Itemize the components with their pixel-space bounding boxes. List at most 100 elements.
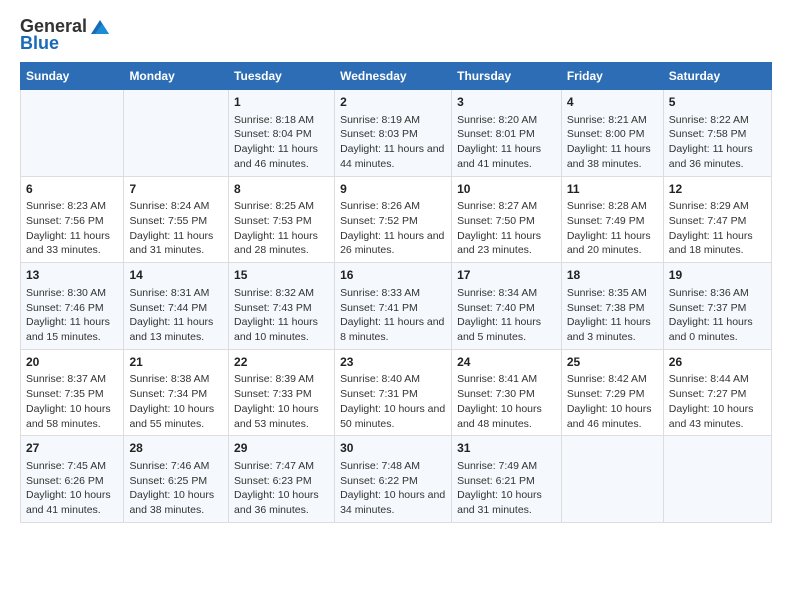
week-row-1: 1Sunrise: 8:18 AMSunset: 8:04 PMDaylight… (21, 90, 772, 177)
weekday-header-tuesday: Tuesday (229, 63, 335, 90)
day-content: Sunrise: 8:30 AMSunset: 7:46 PMDaylight:… (26, 286, 118, 345)
day-content: Sunrise: 8:26 AMSunset: 7:52 PMDaylight:… (340, 199, 446, 258)
weekday-header-saturday: Saturday (663, 63, 771, 90)
day-number: 28 (129, 440, 223, 457)
calendar-cell: 28 Sunrise: 7:46 AMSunset: 6:25 PMDayligh… (124, 436, 229, 523)
calendar-cell: 9Sunrise: 8:26 AMSunset: 7:52 PMDaylight… (335, 176, 452, 263)
day-content: Sunrise: 8:19 AMSunset: 8:03 PMDaylight:… (340, 113, 446, 172)
logo-blue-text: Blue (20, 33, 59, 54)
day-number: 26 (669, 354, 766, 371)
calendar-cell: 14 Sunrise: 8:31 AMSunset: 7:44 PMDayligh… (124, 263, 229, 350)
calendar-cell: 3Sunrise: 8:20 AMSunset: 8:01 PMDaylight… (452, 90, 562, 177)
day-number: 21 (129, 354, 223, 371)
day-number: 29 (234, 440, 329, 457)
day-content: Sunrise: 8:40 AMSunset: 7:31 PMDaylight:… (340, 372, 446, 431)
day-content: Sunrise: 7:48 AMSunset: 6:22 PMDaylight:… (340, 459, 446, 518)
day-content: Sunrise: 8:42 AMSunset: 7:29 PMDaylight:… (567, 372, 658, 431)
calendar-cell: 24Sunrise: 8:41 AMSunset: 7:30 PMDayligh… (452, 349, 562, 436)
header: General Blue (20, 16, 772, 54)
calendar-table: SundayMondayTuesdayWednesdayThursdayFrid… (20, 62, 772, 523)
calendar-cell: 4Sunrise: 8:21 AMSunset: 8:00 PMDaylight… (561, 90, 663, 177)
calendar-cell: 5Sunrise: 8:22 AMSunset: 7:58 PMDaylight… (663, 90, 771, 177)
day-content: Sunrise: 8:33 AMSunset: 7:41 PMDaylight:… (340, 286, 446, 345)
week-row-4: 20Sunrise: 8:37 AMSunset: 7:35 PMDayligh… (21, 349, 772, 436)
calendar-cell: 16 Sunrise: 8:33 AMSunset: 7:41 PMDayligh… (335, 263, 452, 350)
day-content: Sunrise: 7:45 AMSunset: 6:26 PMDaylight:… (26, 459, 118, 518)
week-row-3: 13Sunrise: 8:30 AMSunset: 7:46 PMDayligh… (21, 263, 772, 350)
day-number: 9 (340, 181, 446, 198)
day-content: Sunrise: 8:34 AMSunset: 7:40 PMDaylight:… (457, 286, 556, 345)
day-content: Sunrise: 7:47 AMSunset: 6:23 PMDaylight:… (234, 459, 329, 518)
calendar-cell: 10Sunrise: 8:27 AMSunset: 7:50 PMDayligh… (452, 176, 562, 263)
day-number: 25 (567, 354, 658, 371)
weekday-header-monday: Monday (124, 63, 229, 90)
day-number: 23 (340, 354, 446, 371)
day-content: Sunrise: 8:24 AMSunset: 7:55 PMDaylight:… (129, 199, 223, 258)
weekday-header-thursday: Thursday (452, 63, 562, 90)
weekday-header-friday: Friday (561, 63, 663, 90)
weekday-header-sunday: Sunday (21, 63, 124, 90)
calendar-cell: 21Sunrise: 8:38 AMSunset: 7:34 PMDayligh… (124, 349, 229, 436)
day-number: 18 (567, 267, 658, 284)
day-number: 20 (26, 354, 118, 371)
calendar-cell: 12Sunrise: 8:29 AMSunset: 7:47 PMDayligh… (663, 176, 771, 263)
day-content: Sunrise: 8:29 AMSunset: 7:47 PMDaylight:… (669, 199, 766, 258)
day-content: Sunrise: 8:39 AMSunset: 7:33 PMDaylight:… (234, 372, 329, 431)
day-number: 24 (457, 354, 556, 371)
weekday-header-wednesday: Wednesday (335, 63, 452, 90)
day-number: 22 (234, 354, 329, 371)
day-content: Sunrise: 8:23 AMSunset: 7:56 PMDaylight:… (26, 199, 118, 258)
day-content: Sunrise: 7:49 AMSunset: 6:21 PMDaylight:… (457, 459, 556, 518)
logo: General Blue (20, 16, 111, 54)
calendar-cell: 29 Sunrise: 7:47 AMSunset: 6:23 PMDayligh… (229, 436, 335, 523)
week-row-5: 27 Sunrise: 7:45 AMSunset: 6:26 PMDayligh… (21, 436, 772, 523)
day-number: 3 (457, 94, 556, 111)
calendar-cell: 2Sunrise: 8:19 AMSunset: 8:03 PMDaylight… (335, 90, 452, 177)
calendar-cell: 23Sunrise: 8:40 AMSunset: 7:31 PMDayligh… (335, 349, 452, 436)
day-number: 30 (340, 440, 446, 457)
calendar-cell: 25Sunrise: 8:42 AMSunset: 7:29 PMDayligh… (561, 349, 663, 436)
day-content: Sunrise: 8:28 AMSunset: 7:49 PMDaylight:… (567, 199, 658, 258)
day-content: Sunrise: 8:38 AMSunset: 7:34 PMDaylight:… (129, 372, 223, 431)
calendar-cell: 18 Sunrise: 8:35 AMSunset: 7:38 PMDayligh… (561, 263, 663, 350)
day-number: 5 (669, 94, 766, 111)
day-content: Sunrise: 7:46 AMSunset: 6:25 PMDaylight:… (129, 459, 223, 518)
day-number: 27 (26, 440, 118, 457)
calendar-cell: 6Sunrise: 8:23 AMSunset: 7:56 PMDaylight… (21, 176, 124, 263)
calendar-cell: 17 Sunrise: 8:34 AMSunset: 7:40 PMDayligh… (452, 263, 562, 350)
calendar-cell: 20Sunrise: 8:37 AMSunset: 7:35 PMDayligh… (21, 349, 124, 436)
calendar-cell (124, 90, 229, 177)
calendar-cell (663, 436, 771, 523)
day-number: 11 (567, 181, 658, 198)
day-content: Sunrise: 8:25 AMSunset: 7:53 PMDaylight:… (234, 199, 329, 258)
day-content: Sunrise: 8:31 AMSunset: 7:44 PMDaylight:… (129, 286, 223, 345)
day-content: Sunrise: 8:44 AMSunset: 7:27 PMDaylight:… (669, 372, 766, 431)
day-number: 7 (129, 181, 223, 198)
day-content: Sunrise: 8:41 AMSunset: 7:30 PMDaylight:… (457, 372, 556, 431)
day-number: 10 (457, 181, 556, 198)
calendar-cell: 13Sunrise: 8:30 AMSunset: 7:46 PMDayligh… (21, 263, 124, 350)
day-content: Sunrise: 8:32 AMSunset: 7:43 PMDaylight:… (234, 286, 329, 345)
calendar-cell: 19Sunrise: 8:36 AMSunset: 7:37 PMDayligh… (663, 263, 771, 350)
day-number: 14 (129, 267, 223, 284)
calendar-cell: 11Sunrise: 8:28 AMSunset: 7:49 PMDayligh… (561, 176, 663, 263)
calendar-cell: 31Sunrise: 7:49 AMSunset: 6:21 PMDayligh… (452, 436, 562, 523)
day-number: 16 (340, 267, 446, 284)
calendar-cell: 26Sunrise: 8:44 AMSunset: 7:27 PMDayligh… (663, 349, 771, 436)
logo-icon (89, 18, 111, 36)
calendar-cell: 15Sunrise: 8:32 AMSunset: 7:43 PMDayligh… (229, 263, 335, 350)
header-row: SundayMondayTuesdayWednesdayThursdayFrid… (21, 63, 772, 90)
day-number: 17 (457, 267, 556, 284)
day-content: Sunrise: 8:18 AMSunset: 8:04 PMDaylight:… (234, 113, 329, 172)
calendar-cell: 27 Sunrise: 7:45 AMSunset: 6:26 PMDayligh… (21, 436, 124, 523)
calendar-cell: 8Sunrise: 8:25 AMSunset: 7:53 PMDaylight… (229, 176, 335, 263)
day-content: Sunrise: 8:37 AMSunset: 7:35 PMDaylight:… (26, 372, 118, 431)
calendar-cell (21, 90, 124, 177)
week-row-2: 6Sunrise: 8:23 AMSunset: 7:56 PMDaylight… (21, 176, 772, 263)
calendar-cell: 30 Sunrise: 7:48 AMSunset: 6:22 PMDayligh… (335, 436, 452, 523)
day-number: 12 (669, 181, 766, 198)
day-content: Sunrise: 8:35 AMSunset: 7:38 PMDaylight:… (567, 286, 658, 345)
calendar-cell (561, 436, 663, 523)
day-number: 19 (669, 267, 766, 284)
day-number: 6 (26, 181, 118, 198)
